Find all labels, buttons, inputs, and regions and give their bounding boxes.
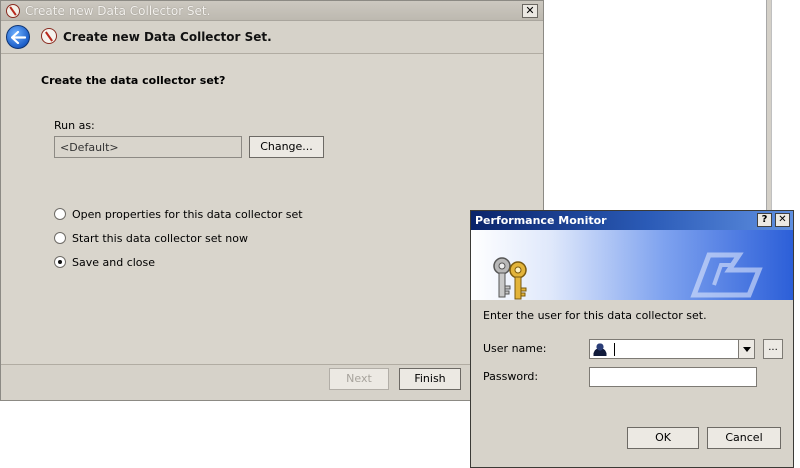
radio-label: Open properties for this data collector … bbox=[72, 207, 303, 221]
wizard-footer: Next Finish bbox=[1, 365, 543, 400]
change-button[interactable]: Change... bbox=[249, 136, 324, 158]
wizard-title: Create new Data Collector Set. bbox=[25, 4, 211, 18]
radio-start-now[interactable]: Start this data collector set now bbox=[54, 230, 248, 246]
radio-button[interactable] bbox=[54, 208, 66, 220]
decorative-logo-icon bbox=[690, 252, 763, 298]
wizard-header: Create new Data Collector Set. bbox=[1, 21, 543, 53]
ok-button[interactable]: OK bbox=[627, 427, 699, 449]
wizard-window: Create new Data Collector Set. ✕ Create … bbox=[0, 0, 544, 401]
close-button[interactable]: ✕ bbox=[775, 213, 790, 227]
radio-label: Save and close bbox=[72, 255, 156, 269]
dialog-titlebar: Performance Monitor ? ✕ bbox=[471, 211, 793, 230]
no-symbol-icon bbox=[41, 28, 57, 44]
run-as-field: <Default> bbox=[54, 136, 242, 158]
user-icon bbox=[593, 342, 607, 356]
header-title: Create new Data Collector Set. bbox=[63, 30, 272, 44]
close-button[interactable]: ✕ bbox=[522, 4, 538, 18]
wizard-body: Create the data collector set? Run as: <… bbox=[1, 53, 543, 365]
dialog-prompt: Enter the user for this data collector s… bbox=[483, 309, 707, 322]
radio-label: Start this data collector set now bbox=[72, 231, 248, 245]
keys-icon bbox=[493, 257, 527, 300]
browse-button[interactable]: ... bbox=[763, 339, 783, 359]
finish-button[interactable]: Finish bbox=[399, 368, 461, 390]
password-field[interactable] bbox=[589, 367, 757, 387]
dialog-banner bbox=[471, 230, 793, 300]
radio-button[interactable] bbox=[54, 232, 66, 244]
radio-button-selected[interactable] bbox=[54, 256, 66, 268]
chevron-down-icon[interactable] bbox=[738, 340, 754, 358]
user-name-label: User name: bbox=[483, 342, 547, 355]
radio-open-properties[interactable]: Open properties for this data collector … bbox=[54, 206, 303, 222]
text-cursor bbox=[614, 343, 615, 356]
radio-save-close[interactable]: Save and close bbox=[54, 254, 155, 270]
wizard-titlebar: Create new Data Collector Set. ✕ bbox=[1, 1, 543, 21]
back-button[interactable] bbox=[6, 25, 30, 49]
run-as-label: Run as: bbox=[54, 119, 95, 132]
cancel-button[interactable]: Cancel bbox=[707, 427, 781, 449]
page-heading: Create the data collector set? bbox=[41, 74, 226, 87]
next-button[interactable]: Next bbox=[329, 368, 389, 390]
dialog-title: Performance Monitor bbox=[475, 214, 607, 227]
password-label: Password: bbox=[483, 370, 539, 383]
performance-monitor-dialog: Performance Monitor ? ✕ Enter the user f… bbox=[470, 210, 794, 468]
user-name-combobox[interactable] bbox=[589, 339, 755, 359]
help-button[interactable]: ? bbox=[757, 213, 772, 227]
back-arrow-icon bbox=[11, 31, 26, 44]
no-symbol-icon bbox=[6, 4, 20, 18]
